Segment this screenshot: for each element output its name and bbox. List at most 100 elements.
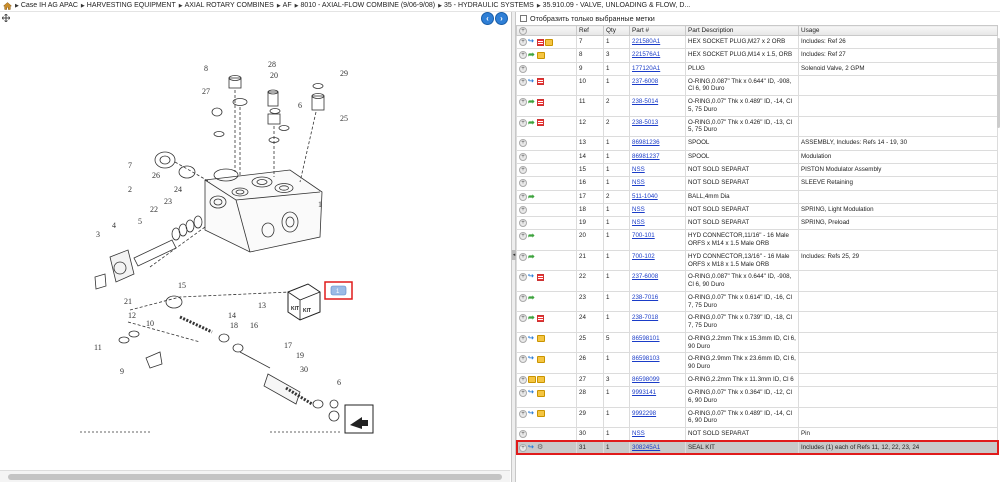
expand-icon[interactable]: +	[519, 77, 527, 86]
package-icon[interactable]	[537, 389, 545, 397]
table-row[interactable]: + ➦ 24 1 238-7018 O-RING,0.07" Thk x 0.739" I…	[516, 311, 998, 333]
part-number-link[interactable]: 238-7016	[632, 294, 658, 301]
table-row[interactable]: + ➦ 8 3 221576A1 HEX SOCKET PLUG,M14 x 1.5, O…	[516, 48, 998, 63]
table-row[interactable]: +9 1 177120A1 PLUG Solenoid Valve, 2 GPM	[516, 61, 998, 76]
table-row[interactable]: + ↪ 22 1 237-6008 O-RING,0.087" Thk x 0.644" …	[516, 270, 998, 292]
expand-icon[interactable]: +	[519, 314, 527, 323]
part-number-link[interactable]: 238-5014	[632, 98, 658, 105]
package-icon[interactable]	[528, 376, 536, 384]
table-row[interactable]: + ↪ ⚙ 31 1 308245A1 SEAL KIT Includes (1) each …	[516, 440, 999, 456]
breadcrumb-item[interactable]: ▶ HARVESTING EQUIPMENT	[81, 2, 176, 9]
add-to-cart-icon[interactable]: ➦	[528, 118, 536, 127]
table-row[interactable]: + ➦ 11 2 238-5014 O-RING,0.07" Thk x 0.489" I…	[516, 95, 998, 117]
part-number-link[interactable]: 86598101	[632, 335, 660, 342]
table-row[interactable]: +19 1 NSS NOT SOLD SEPARAT SPRING, Preload	[516, 216, 998, 231]
substitute-icon[interactable]: ↪	[528, 444, 536, 452]
part-number-link[interactable]: 221576A1	[632, 51, 660, 58]
select-all-header[interactable]: +	[516, 25, 577, 36]
part-number-link[interactable]: 221580A1	[632, 38, 660, 45]
part-number-link[interactable]: NSS	[632, 219, 645, 226]
part-number-link[interactable]: 308245A1	[632, 444, 660, 451]
column-header-qty[interactable]: Qty	[603, 25, 630, 36]
expand-icon[interactable]: +	[519, 232, 527, 241]
substitute-icon[interactable]: ↪	[528, 273, 536, 281]
column-header-ref[interactable]: Ref	[576, 25, 604, 36]
expand-icon[interactable]: +	[519, 355, 527, 364]
substitute-icon[interactable]: ↪	[528, 335, 536, 343]
table-row[interactable]: +13 1 86981236 SPOOL ASSEMBLY, Includes: Ref…	[516, 136, 998, 151]
expand-icon[interactable]: +	[519, 64, 527, 73]
selected-tags-filter[interactable]: Отобразить только выбранные метки	[516, 12, 1000, 25]
table-row[interactable]: + ↪ 10 1 237-6008 O-RING,0.087" Thk x 0.644" …	[516, 74, 998, 97]
breadcrumb-item[interactable]: ▶ 8010 - AXIAL-FLOW COMBINE (9/06-9/08)	[295, 2, 435, 9]
expand-icon[interactable]: +	[519, 443, 527, 452]
expand-icon[interactable]: +	[519, 38, 527, 46]
substitute-icon[interactable]: ↪	[528, 389, 536, 397]
expand-icon[interactable]: +	[519, 389, 527, 398]
part-number-link[interactable]: 700-102	[632, 253, 655, 260]
column-header-usage[interactable]: Usage	[798, 25, 998, 36]
package-icon[interactable]	[537, 51, 545, 59]
breadcrumb-item[interactable]: ▶ 35 - HYDRAULIC SYSTEMS	[438, 2, 534, 9]
expand-icon[interactable]: +	[519, 139, 527, 148]
substitute-icon[interactable]: ↪	[528, 410, 536, 418]
part-number-link[interactable]: NSS	[632, 430, 645, 437]
notes-icon[interactable]	[537, 78, 544, 86]
notes-icon[interactable]	[537, 38, 544, 46]
table-row[interactable]: + ↪ 25 5 86598101 O-RING,2.2mm Thk x 15.3mm I…	[516, 331, 998, 354]
breadcrumb-item[interactable]: ▶ 35.910.09 - VALVE, UNLOADING & FLOW, D.…	[537, 2, 690, 9]
notes-icon[interactable]	[537, 314, 544, 322]
part-number-link[interactable]: 238-5013	[632, 119, 658, 126]
expand-icon[interactable]: +	[519, 192, 527, 201]
diagram-horizontal-scrollbar[interactable]	[0, 470, 510, 482]
expand-icon[interactable]: +	[519, 252, 527, 261]
column-header-description[interactable]: Part Description	[685, 25, 799, 36]
filter-checkbox[interactable]	[520, 15, 527, 22]
kit-icon[interactable]: KIT KIT	[287, 283, 321, 321]
expand-icon[interactable]: +	[519, 179, 527, 188]
part-number-link[interactable]: NSS	[632, 206, 645, 213]
table-row[interactable]: +16 1 NSS NOT SOLD SEPARAT SLEEVE Retaining	[516, 176, 998, 191]
part-number-link[interactable]: 86981237	[632, 153, 660, 160]
add-to-cart-icon[interactable]: ➦	[528, 98, 536, 106]
part-number-link[interactable]: 700-101	[632, 232, 655, 239]
part-number-link[interactable]: 86598103	[632, 355, 660, 362]
table-row[interactable]: + ↪ 26 1 86598103 O-RING,2.9mm Thk x 23.6mm I…	[516, 352, 998, 374]
package-icon[interactable]	[537, 410, 545, 418]
package-icon[interactable]	[537, 355, 545, 363]
package-icon[interactable]	[537, 376, 545, 384]
part-number-link[interactable]: 86981236	[632, 139, 660, 146]
expand-icon[interactable]: +	[519, 430, 527, 439]
expand-icon[interactable]: +	[519, 375, 527, 384]
part-number-link[interactable]: 237-6008	[632, 273, 658, 280]
add-to-cart-icon[interactable]: ➦	[528, 192, 536, 201]
notes-icon[interactable]	[537, 98, 544, 106]
part-number-link[interactable]: 177120A1	[632, 65, 660, 72]
expand-icon[interactable]: +	[519, 98, 527, 107]
expand-icon[interactable]: +	[519, 334, 527, 343]
add-to-cart-icon[interactable]: ➦	[528, 293, 536, 302]
part-number-link[interactable]: 86598099	[632, 376, 660, 383]
column-header-part[interactable]: Part #	[629, 25, 686, 36]
part-number-link[interactable]: 511-1040	[632, 193, 658, 200]
table-row[interactable]: + ↪ 28 1 9993141 O-RING,0.07" Thk x 0.364" ID…	[516, 386, 998, 408]
part-number-link[interactable]: NSS	[632, 179, 645, 186]
expand-icon[interactable]: +	[519, 118, 527, 127]
expand-icon[interactable]: +	[519, 205, 527, 214]
part-number-link[interactable]: 9993141	[632, 389, 656, 396]
table-row[interactable]: +18 1 NSS NOT SOLD SEPARAT SPRING, Light Mod…	[516, 202, 998, 218]
notes-icon[interactable]	[537, 119, 544, 127]
part-number-link[interactable]: 9992298	[632, 410, 656, 417]
table-row[interactable]: +14 1 86981237 SPOOL Modulation	[516, 149, 998, 164]
table-row[interactable]: + ↪ 29 1 9992298 O-RING,0.07" Thk x 0.489" ID…	[516, 406, 998, 429]
table-row[interactable]: + ➦ 23 1 238-7016 O-RING,0.07" Thk x 0.614" I…	[516, 290, 998, 313]
expand-icon[interactable]: +	[519, 219, 527, 228]
kit-icon[interactable]: ⚙	[537, 444, 545, 452]
substitute-icon[interactable]: ↪	[528, 78, 536, 86]
table-row[interactable]: + ↪ 7 1 221580A1 HEX SOCKET PLUG,M27 x 2 ORB I…	[516, 34, 998, 50]
breadcrumb-item[interactable]: ▶ AF	[277, 2, 292, 9]
next-page-icon[interactable]	[344, 404, 374, 434]
add-to-cart-icon[interactable]: ➦	[528, 252, 536, 261]
home-icon[interactable]	[3, 1, 12, 10]
part-number-link[interactable]: 237-6008	[632, 78, 658, 85]
